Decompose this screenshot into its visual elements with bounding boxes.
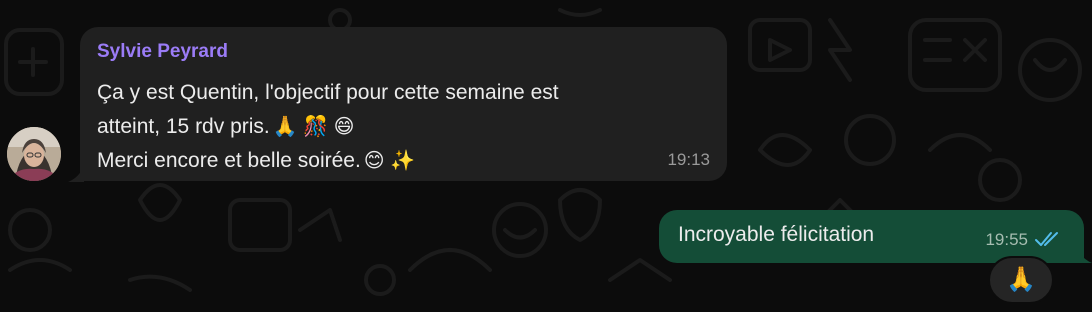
message-timestamp: 19:55: [985, 230, 1028, 249]
message-line: Ça y est Quentin, l'objectif pour cette …: [97, 76, 697, 110]
message-timestamp: 19:13: [667, 150, 710, 169]
smile-sparkles-emoji: 😊 ✨: [363, 150, 416, 172]
message-line: Merci encore et belle soirée. 😊 ✨: [97, 144, 697, 178]
message-line: atteint, 15 rdv pris. 🙏 🎊 😄: [97, 110, 697, 144]
sender-name[interactable]: Sylvie Peyrard: [97, 41, 228, 63]
sender-avatar[interactable]: [7, 127, 61, 181]
message-line-text: Ça y est Quentin, l'objectif pour cette …: [97, 81, 559, 104]
message-line-text: Merci encore et belle soirée.: [97, 149, 361, 172]
reaction-badge[interactable]: 🙏: [988, 256, 1054, 304]
double-check-read-icon: [1035, 232, 1058, 246]
message-line-text: atteint, 15 rdv pris.: [97, 115, 270, 138]
pray-reaction-emoji: 🙏: [1006, 266, 1036, 293]
avatar-photo: [7, 127, 61, 181]
message-text: Incroyable félicitation: [678, 223, 875, 246]
incoming-message-bubble[interactable]: Sylvie Peyrard Ça y est Quentin, l'objec…: [80, 27, 727, 181]
pray-party-grin-emoji: 🙏 🎊 😄: [272, 116, 355, 138]
message-text: Ça y est Quentin, l'objectif pour cette …: [97, 76, 697, 178]
